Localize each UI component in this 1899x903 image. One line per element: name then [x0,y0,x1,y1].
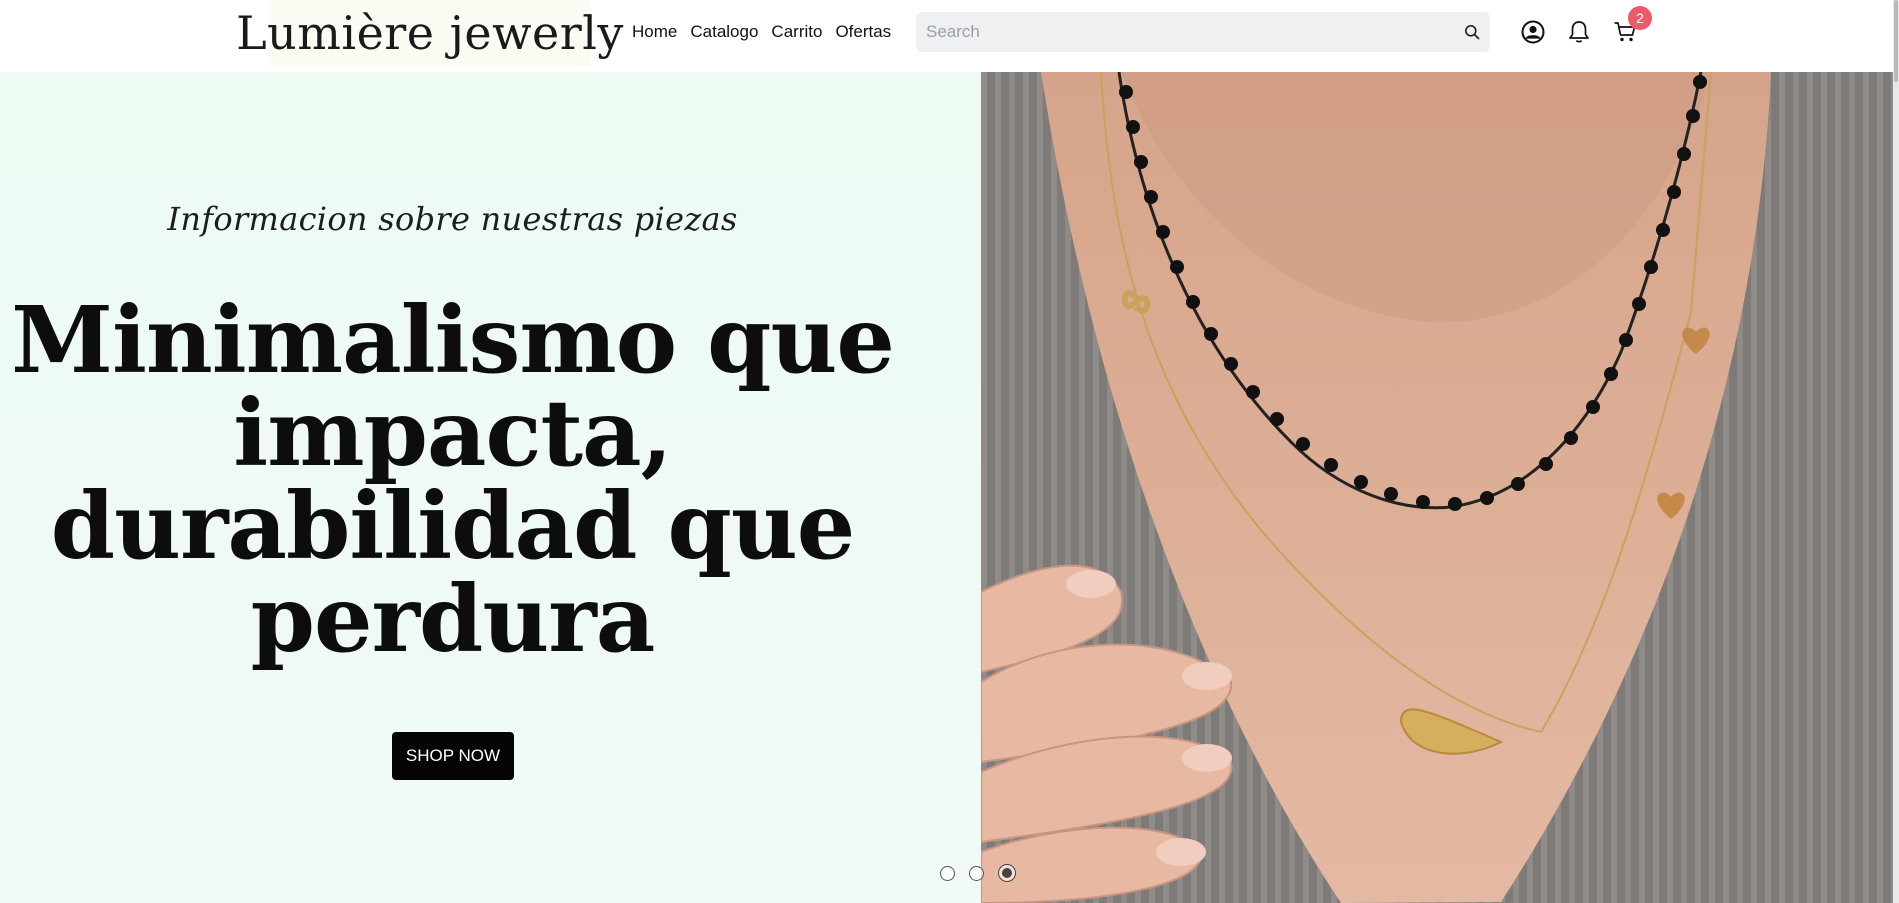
bell-icon[interactable] [1566,19,1592,45]
carousel-indicators [940,864,1016,882]
page-scrollbar[interactable] [1893,0,1899,903]
user-circle-icon[interactable] [1520,19,1546,45]
search-input[interactable] [926,12,1446,52]
necklace-photo [981,72,1894,903]
main-nav: Home Catalogo Carrito Ofertas [632,20,891,44]
nav-item-home[interactable]: Home [632,22,677,42]
hero-subtitle: Informacion sobre nuestras piezas [167,200,738,238]
site-header: Lumière jewerly Home Catalogo Carrito Of… [0,0,1899,72]
scrollbar-thumb[interactable] [1894,0,1898,82]
carousel-dot-1[interactable] [940,865,955,881]
hero-text-panel: Informacion sobre nuestras piezas Minima… [0,72,981,903]
headline-line: Minimalismo que [11,286,895,394]
headline-line: perdura [250,565,656,673]
nav-item-carrito[interactable]: Carrito [771,22,822,42]
hero-headline: Minimalismo que impacta, durabilidad que… [0,294,905,666]
logo-text: Lumière jewerly [236,6,624,60]
search-bar [916,12,1490,52]
carousel-dot-2[interactable] [969,865,984,881]
headline-line: impacta, [233,379,672,487]
carousel-dot-3-active[interactable] [998,864,1016,882]
brand-logo[interactable]: Lumière jewerly [236,0,623,66]
search-icon[interactable] [1462,22,1482,42]
nav-item-catalogo[interactable]: Catalogo [690,22,758,42]
cart-count-badge: 2 [1628,6,1652,30]
headline-line: durabilidad que [50,472,856,580]
nav-item-ofertas[interactable]: Ofertas [835,22,891,42]
necklace-illustration [981,72,1894,903]
shop-now-button[interactable]: SHOP NOW [392,732,514,780]
